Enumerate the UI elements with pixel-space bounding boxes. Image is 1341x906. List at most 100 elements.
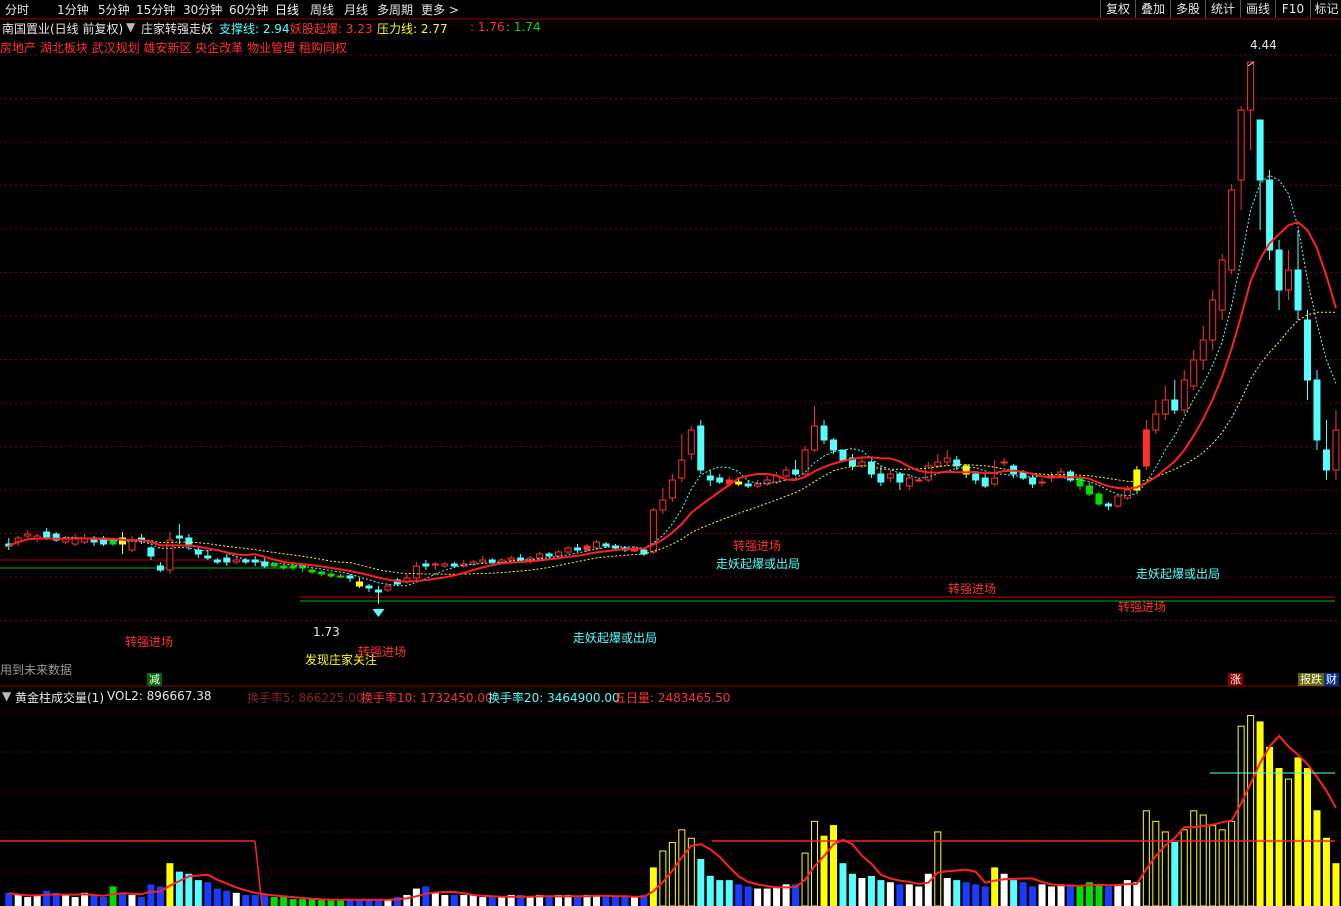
candle-body [431,563,439,566]
candle-body [943,457,951,463]
candle-body [204,555,212,559]
volume-bar [915,886,923,906]
reduce-badge[interactable]: 减 [147,673,162,686]
volume-bar [194,880,202,906]
candle-body [1304,319,1311,381]
finance-badge[interactable]: 财 [1324,673,1339,686]
volume-bar [839,863,847,906]
candle-body [213,559,221,563]
volume-bar [1095,884,1103,906]
volume-bar [137,897,145,906]
rise-badge[interactable]: 涨 [1228,673,1243,686]
stock-title: 南国置业(日线 前复权) [2,22,124,36]
low-marker-icon [372,609,385,617]
candle-body [356,581,363,587]
concept-tags: 房地产 湖北板块 武汉规划 雄安新区 央企改革 物业管理 租购同权 [0,41,347,55]
candle-body [792,469,800,475]
volume-bar [1048,886,1056,906]
indicator-dropdown-icon[interactable]: ▼ [126,20,135,34]
candle-body [422,563,430,567]
volume-bar [1294,757,1302,906]
report-badge[interactable]: 报跌 [1298,673,1324,686]
volume-bar [1171,842,1179,906]
candle-body [1294,269,1302,311]
candle-body [735,481,743,485]
candle-body [1256,119,1264,181]
volume-bar [441,894,449,906]
candle-body [678,459,686,479]
candle-body [346,575,354,579]
candle-body [1266,179,1274,251]
candle-body [156,565,164,571]
candle-body [479,559,487,563]
candle-body [280,565,288,569]
candle-body [687,429,695,455]
candle-body [318,571,326,575]
volume-bar [725,880,733,906]
volume-bar [545,897,553,906]
volume-bar [1228,820,1236,906]
indicator-name[interactable]: 庄家转强走妖 [141,20,213,37]
volume-bar [251,894,259,906]
candle-body [915,479,923,482]
candle-body [185,537,193,545]
volume-bars [5,715,1340,906]
indicator-lines [8,174,1337,587]
volume-bar [1038,884,1046,906]
candle-body [1180,379,1188,411]
volume-bar [100,897,108,906]
volume-bar [1313,810,1321,906]
kline-chart[interactable] [0,0,1341,906]
volume-bar [185,873,193,906]
volume-bar [1133,882,1141,906]
candle-body [555,551,563,557]
candle-body [1209,299,1217,341]
volume-bar [33,894,41,906]
volume-bar [422,886,430,906]
candle-body [43,531,51,539]
volume-bar [289,899,297,906]
candle-body [830,439,837,451]
volume-bar [1266,746,1274,906]
turnover20-value: 换手率20: 3464900.00 [488,691,620,705]
volume-bar [147,884,155,906]
volume-bar [763,888,771,906]
signal-label: 走妖起爆或出局 [716,557,801,571]
candle-body [507,557,515,561]
volume-bar [213,888,221,906]
price-grid [0,54,1341,621]
volume-bar [593,894,600,906]
candle-body [488,559,496,563]
volume-bar [1209,825,1217,906]
future-data-note: 用到未来数据 [0,663,73,677]
candle-body [327,573,335,577]
yaoqi-value: 妖股起爆: 3.23 [290,22,373,36]
candle-body [147,547,155,557]
volume-bar [886,882,894,906]
candle-body [175,535,183,539]
support-line [8,174,1337,587]
volume-bar [119,892,126,906]
volume-bar [1152,820,1160,906]
signal-label: 转强进场 [733,539,782,553]
volume-dropdown-icon[interactable]: ▼ [2,689,11,703]
five-day-volume: 五日量: 2483465.50 [614,691,731,705]
volume-bar [1304,767,1311,906]
volume-bar [431,892,439,906]
candle-body [1313,379,1321,441]
low-price-label: 1.73 [313,625,340,639]
candle-body [867,461,875,475]
signal-label: 转强进场 [358,645,407,659]
candle-body [564,547,572,553]
signal-label: 转强进场 [1118,600,1167,614]
volume-indicator-name[interactable]: 黄金柱成交量(1) [15,689,104,706]
candle-body [1152,413,1160,431]
candle-body [498,559,506,563]
candle-body [801,449,809,475]
candle-body [545,553,553,557]
volume-bar [90,894,98,906]
volume-bar [905,884,913,906]
candle-body [412,565,420,579]
candle-body [232,559,240,563]
pressure-line [8,311,1336,575]
